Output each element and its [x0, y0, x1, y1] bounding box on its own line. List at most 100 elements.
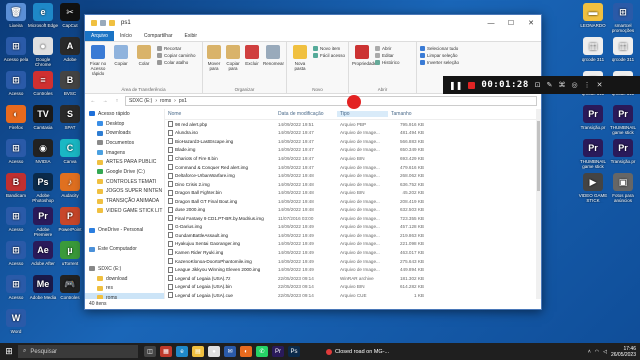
- delete-button[interactable]: Excluir: [244, 44, 260, 66]
- taskbar-app-icon[interactable]: e: [176, 346, 188, 357]
- file-row[interactable]: Dino Crisis 2.img 14/09/2022 19:48 Arquivo…: [165, 180, 541, 189]
- desktop-shortcut[interactable]: Me Adobe Media: [28, 275, 58, 300]
- desktop-shortcut[interactable]: Pr THUMBNAIL game stick: [608, 105, 638, 135]
- desktop-shortcut[interactable]: ▶ VIDEO GAME STICK LITE.mp4: [578, 173, 608, 203]
- file-row[interactable]: Kamen Rider Ryuki.img 14/09/2022 19:49 Arq…: [165, 248, 541, 257]
- desktop-shortcut[interactable]: ⊞ Acesso: [1, 275, 31, 300]
- file-row[interactable]: Legend of Legaia (USA).7z 22/05/2023 09:1…: [165, 274, 541, 283]
- breadcrumb-drive[interactable]: SDXC (E:): [129, 98, 152, 104]
- file-row[interactable]: Legend of Legaia (USA).bin 22/05/2023 09:…: [165, 282, 541, 291]
- nav-item[interactable]: ARTES PARA PUBLIC: [85, 157, 164, 167]
- news-widget[interactable]: Closed road on MG-...: [326, 348, 389, 355]
- desktop-shortcut[interactable]: Pr THUMBNAIL game stick: [578, 139, 608, 169]
- close-button[interactable]: ✕: [521, 19, 541, 27]
- new-folder-icon[interactable]: [109, 20, 115, 26]
- volume-icon[interactable]: ◁: [603, 349, 607, 355]
- nav-item[interactable]: Google Drive (C:): [85, 167, 164, 177]
- desktop-shortcut[interactable]: ◐ Firefox: [1, 105, 31, 130]
- desktop-shortcut[interactable]: ▬ LEONARDO: [578, 3, 608, 28]
- address-bar[interactable]: SDXC (E:) › roms › ps1: [125, 96, 537, 106]
- nav-item[interactable]: SDXC (E:): [85, 264, 164, 274]
- desktop-shortcut[interactable]: ⊞ smartcel promoções: [608, 3, 638, 33]
- pin-quick-access-button[interactable]: Fixar no Acesso rápido: [88, 44, 108, 76]
- taskbar-app-icon[interactable]: ●: [208, 346, 220, 357]
- desktop-shortcut[interactable]: B BVSC: [55, 71, 85, 96]
- desktop-shortcut[interactable]: TV Camtasia: [28, 105, 58, 130]
- minimize-button[interactable]: —: [481, 20, 501, 27]
- desktop-shortcut[interactable]: Pr Adobe Premiere: [28, 207, 58, 237]
- nav-item[interactable]: OneDrive - Personal: [85, 225, 164, 235]
- desktop-shortcut[interactable]: Ae Adobe After: [28, 241, 58, 266]
- copy-path-button[interactable]: Copiar caminho: [157, 53, 196, 58]
- desktop-shortcut[interactable]: W Word: [1, 309, 31, 334]
- draw-icon[interactable]: ✎: [547, 81, 553, 89]
- column-date[interactable]: Data de modificação: [275, 111, 337, 117]
- paste-shortcut-button[interactable]: Colar atalho: [157, 60, 196, 65]
- taskbar-app-icon[interactable]: ▤: [192, 346, 204, 357]
- nav-item[interactable]: Acesso rápido: [85, 109, 164, 119]
- clock[interactable]: 17:46 26/05/2023: [611, 346, 636, 358]
- file-row[interactable]: Deltaforce-UrbanWarfare.img 14/09/2022 19…: [165, 171, 541, 180]
- open-button[interactable]: Abrir: [375, 46, 400, 51]
- file-row[interactable]: Chariots of Fire 8.bin 14/09/2022 19:47 Ar…: [165, 154, 541, 163]
- breadcrumb-roms[interactable]: roms: [160, 98, 171, 104]
- properties-icon[interactable]: [100, 20, 106, 26]
- file-row[interactable]: League Jikkyou Winning Eleven 2000.img 14…: [165, 265, 541, 274]
- invert-selection-button[interactable]: Inverter seleção: [420, 60, 459, 65]
- desktop-shortcut[interactable]: ✂ CapCut: [55, 3, 85, 28]
- tab-exibir[interactable]: Exibir: [179, 31, 204, 41]
- tab-inicio[interactable]: Início: [114, 31, 138, 41]
- nav-item[interactable]: JOGOS SUPER NINTEN: [85, 187, 164, 197]
- move-to-button[interactable]: Mover para: [206, 44, 222, 71]
- pause-button[interactable]: ❚❚: [449, 81, 462, 90]
- camera-icon[interactable]: ◎: [572, 81, 578, 89]
- properties-button[interactable]: Propriedades: [352, 44, 379, 66]
- file-row[interactable]: Blade.img 14/09/2022 19:47 Arquivo de Imag…: [165, 146, 541, 155]
- taskbar-app-icon[interactable]: ✆: [256, 346, 268, 357]
- column-type[interactable]: Tipo: [337, 111, 388, 117]
- desktop-shortcut[interactable]: Pr Transição.pr: [578, 105, 608, 130]
- new-folder-button[interactable]: Nova pasta: [290, 44, 310, 71]
- desktop-shortcut[interactable]: ◉ NVIDIA: [28, 139, 58, 164]
- desktop-shortcut[interactable]: µ uTorrent: [55, 241, 85, 266]
- screenshot-icon[interactable]: ⊡: [535, 81, 541, 89]
- maximize-button[interactable]: ☐: [501, 19, 521, 27]
- desktop-shortcut[interactable]: ≡ Controles: [28, 71, 58, 96]
- nav-item[interactable]: Documentos: [85, 138, 164, 148]
- taskbar-search[interactable]: ⌕ Pesquisar: [18, 345, 138, 358]
- chevron-up-icon[interactable]: ˄: [588, 349, 591, 355]
- file-row[interactable]: Hyakujuu Sentai Gaoranger.img 14/09/2022 …: [165, 240, 541, 249]
- select-all-button[interactable]: Selecionar tudo: [420, 46, 459, 51]
- file-row[interactable]: GundamBattleAssault.img 14/09/2022 19:49 A…: [165, 231, 541, 240]
- desktop-shortcut[interactable]: ● Google Chrome: [28, 37, 58, 67]
- taskbar-app-icon[interactable]: ◫: [144, 346, 156, 357]
- desktop-shortcut[interactable]: 🎮 Controles: [55, 275, 85, 300]
- desktop-shortcut[interactable]: ▦ qrcode 311: [608, 37, 638, 62]
- up-button[interactable]: ↑: [113, 98, 121, 104]
- breadcrumb-ps1[interactable]: ps1: [179, 98, 187, 104]
- desktop-shortcut[interactable]: Ps Adobe Photoshop: [28, 173, 58, 203]
- copy-to-button[interactable]: Copiar para: [225, 44, 241, 71]
- file-row[interactable]: G-Darius.img 14/09/2022 19:49 Arquivo de I…: [165, 223, 541, 232]
- wifi-icon[interactable]: ◠: [595, 349, 599, 355]
- nav-item[interactable]: TRANSIÇÃO ANIMADA: [85, 196, 164, 206]
- nav-item[interactable]: res: [85, 283, 164, 293]
- cut-button[interactable]: Recortar: [157, 46, 196, 51]
- desktop-shortcut[interactable]: ⊞ Acesso: [1, 139, 31, 164]
- edit-button[interactable]: Editar: [375, 53, 400, 58]
- desktop-shortcut[interactable]: e Microsoft Edge: [28, 3, 58, 28]
- nav-item[interactable]: Desktop: [85, 119, 164, 129]
- file-row[interactable]: BioHazard3-LastEscape.img 14/09/2022 19:4…: [165, 137, 541, 146]
- desktop-shortcut[interactable]: ▦ qrcode 311: [578, 37, 608, 62]
- scrollbar-thumb[interactable]: [537, 121, 540, 191]
- taskbar-app-icon[interactable]: ▦: [160, 346, 172, 357]
- windows-start-icon[interactable]: ⊞: [0, 346, 18, 357]
- tab-arquivo[interactable]: Arquivo: [85, 31, 114, 41]
- desktop-shortcut[interactable]: P PowerPoint: [55, 207, 85, 232]
- column-size[interactable]: Tamanho: [388, 111, 428, 117]
- copy-button[interactable]: Copiar: [111, 44, 131, 66]
- file-row[interactable]: 98 red alert.pbp 14/09/2022 19:51 Arquivo …: [165, 120, 541, 129]
- nav-item[interactable]: Imagens: [85, 148, 164, 158]
- history-button[interactable]: Histórico: [375, 60, 400, 65]
- desktop-shortcut[interactable]: B Bandicam: [1, 173, 31, 198]
